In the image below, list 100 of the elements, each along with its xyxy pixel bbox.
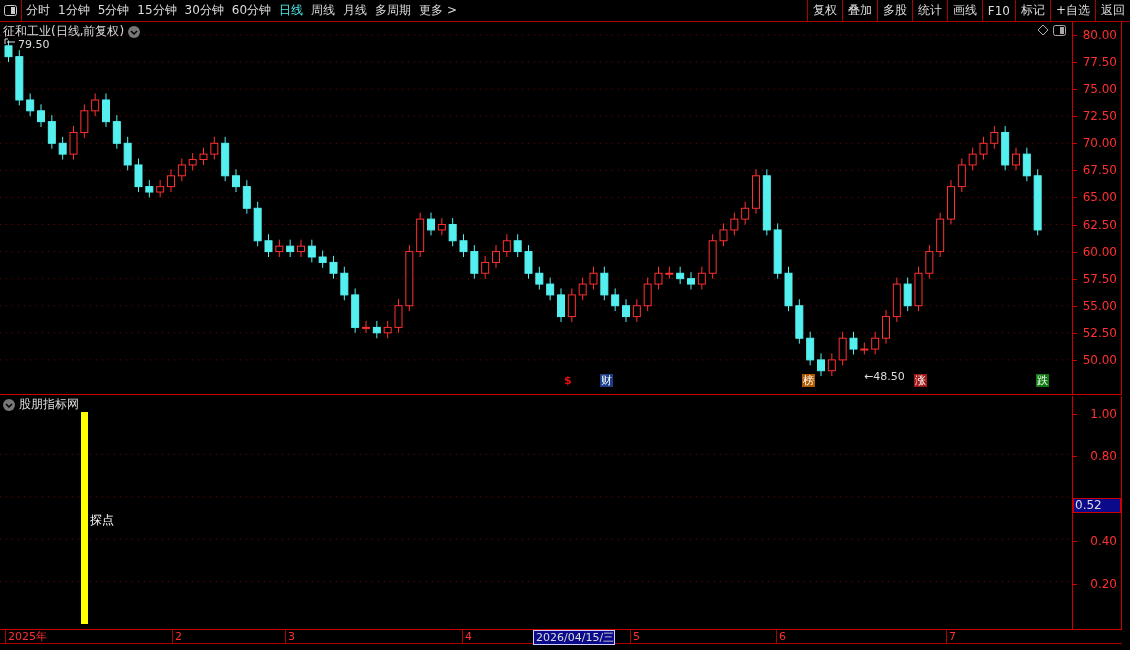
period-tab[interactable]: 月线 [339,0,372,21]
candlestick [730,212,739,236]
event-tag[interactable]: $ [563,374,573,387]
price-axis-label: 55.00 [1082,298,1117,313]
candlestick [849,331,858,355]
diamond-icon[interactable] [1037,24,1049,36]
event-tag[interactable]: 财 [600,374,613,387]
candlestick [1012,147,1020,171]
toolbar-button[interactable]: 叠加 [841,0,877,21]
period-tab[interactable]: 日线 [275,0,308,21]
period-tab[interactable]: 30分钟 [180,0,228,21]
candlestick [69,125,78,161]
candlestick [697,266,706,290]
candlestick [643,277,652,312]
candlestick [4,39,13,63]
candlestick [47,114,56,150]
period-tab[interactable]: 更多 > [415,0,461,21]
toolbar-button[interactable]: 画线 [946,0,982,21]
candlestick [459,233,468,258]
low-price-label: ←48.50 [864,370,905,383]
cursor-value: 0.52 [1073,498,1121,513]
candlestick [968,147,977,171]
price-axis-label: 72.50 [1082,109,1117,124]
candlestick [362,320,370,334]
panel-toggle-icon[interactable] [4,5,17,16]
price-axis-label: 52.50 [1082,325,1117,340]
period-tab[interactable]: 周线 [307,0,340,21]
candlestick [903,277,912,312]
candlestick [979,136,988,161]
event-tag[interactable]: 涨 [914,374,927,387]
candlestick [58,136,67,161]
price-axis-label: 57.50 [1082,271,1117,286]
candlestick [838,331,847,366]
price-axis-label: 67.50 [1082,163,1117,178]
date-label: 6 [776,630,786,643]
candlestick [134,157,143,193]
candlestick [600,266,609,301]
stock-title: 征和工业(日线,前复权) [3,23,125,40]
candlestick [827,352,836,377]
candlestick [882,309,890,345]
candlestick [26,92,35,117]
candlestick [427,212,435,236]
price-axis-label: 50.00 [1082,352,1117,367]
date-label: 2026/04/15/三 [533,630,616,645]
candlestick [242,179,251,215]
event-tag[interactable]: 榜 [802,374,815,387]
price-axis-label: 70.00 [1082,136,1117,151]
candlestick [806,331,815,366]
candlestick [990,125,999,150]
candlestick [513,233,522,258]
candlestick [957,157,966,193]
candlestick [470,244,479,280]
high-price-label: 79.50 [18,38,50,51]
period-tab[interactable]: 15分钟 [133,0,181,21]
indicator-title: 股朋指标网 [19,396,79,413]
indicator-axis-label: 0.20 [1090,576,1117,591]
toolbar-button[interactable]: F10 [981,0,1015,21]
candlestick [329,255,338,280]
candlestick [492,244,500,269]
candlestick [632,298,641,323]
toolbar-button[interactable]: 标记 [1014,0,1050,21]
candlestick [589,266,598,290]
event-tag[interactable]: 跌 [1036,374,1049,387]
candlestick [91,92,100,117]
candlestick [123,136,132,171]
period-tab[interactable]: 分时 [22,0,54,21]
candlestick [719,222,728,247]
dropdown-icon[interactable] [128,25,141,38]
candlestick [210,136,219,161]
candlestick [567,287,576,323]
period-tab[interactable]: 60分钟 [227,0,276,21]
panel-toggle-icon[interactable] [1053,25,1066,36]
date-label: 2025年 [5,630,47,643]
indicator-axis-label: 0.80 [1090,449,1117,464]
candlestick [557,287,565,323]
period-tab[interactable]: 多周期 [371,0,416,21]
dropdown-icon[interactable] [3,398,15,411]
candlestick [264,233,273,258]
candlestick [297,239,305,258]
arrow-icon [4,38,16,46]
period-tab[interactable]: 1分钟 [54,0,94,21]
toolbar-button[interactable]: 复权 [806,0,842,21]
toolbar-button[interactable]: 多股 [876,0,912,21]
candlestick [102,92,110,128]
candlestick [340,266,349,301]
candlestick [502,233,511,258]
toolbar-button[interactable]: +自选 [1049,0,1095,21]
candlestick [448,217,457,247]
signal-label: 探点 [90,512,114,529]
toolbar-button[interactable]: 返回 [1095,0,1130,21]
price-axis-label: 62.50 [1082,217,1117,232]
candlestick [524,244,533,280]
candlestick [622,298,630,323]
date-label: 5 [630,630,640,643]
candlestick [167,168,175,193]
price-axis-label: 65.00 [1082,190,1117,205]
candlestick [37,103,45,128]
period-tab[interactable]: 5分钟 [93,0,134,21]
toolbar-button[interactable]: 统计 [911,0,947,21]
candlestick [394,298,403,334]
